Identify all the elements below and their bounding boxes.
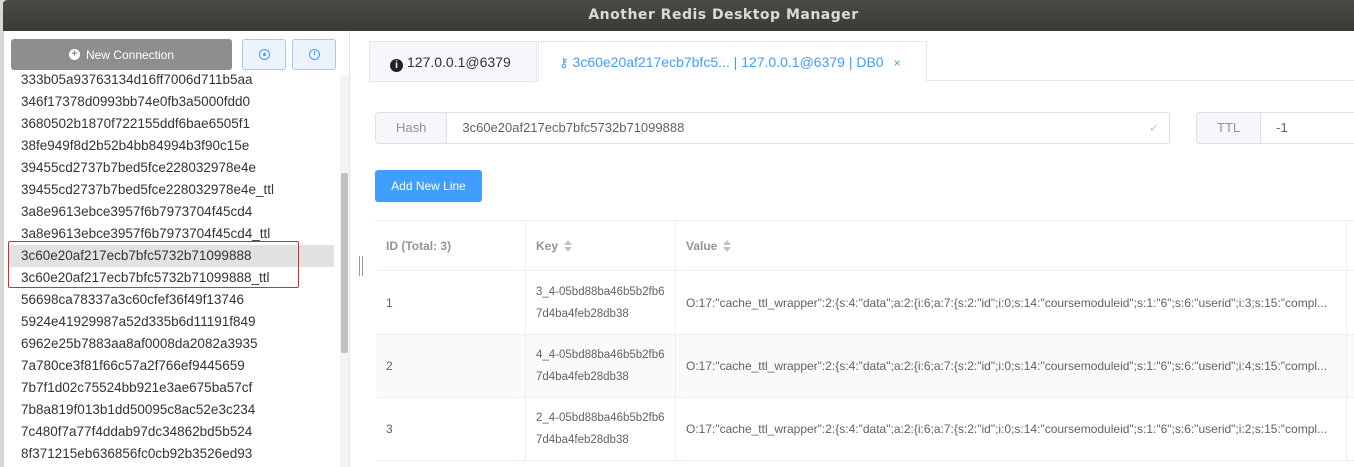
history-button[interactable]	[292, 39, 336, 70]
key-list-item[interactable]: 7b7f1d02c75524bb921e3ae675ba57cf	[9, 377, 334, 399]
key-list-item[interactable]: 38fe949f8d2b52b4bb84994b3f90c15e	[9, 135, 334, 157]
cell-value[interactable]: O:17:"cache_ttl_wrapper":2:{s:4:"data";a…	[676, 271, 1347, 334]
table-row[interactable]: 3 2_4-05bd88ba46b5b2fb67d4ba4feb28db38 O:1…	[376, 398, 1354, 461]
new-connection-label: New Connection	[85, 47, 175, 62]
cell-key[interactable]: 2_4-05bd88ba46b5b2fb67d4ba4feb28db38	[526, 398, 676, 460]
key-name-input[interactable]: 3c60e20af217ecb7bfc5732b71099888	[447, 113, 1149, 143]
scrollbar-thumb[interactable]	[341, 173, 348, 353]
sidebar: + New Connection 333b05a93763134d16ff700…	[4, 31, 350, 467]
check-icon[interactable]: ✓	[1149, 113, 1169, 143]
header-value[interactable]: Value	[676, 221, 1347, 270]
key-list-item[interactable]: 7a780ce3f81f66c57a2f766ef9445659	[9, 355, 334, 377]
cell-key[interactable]: 4_4-05bd88ba46b5b2fb67d4ba4feb28db38	[526, 335, 676, 397]
key-list-item[interactable]: 6962e25b7883aa8af0008da2082a3935	[9, 333, 334, 355]
key-list-item[interactable]: 333b05a93763134d16ff7006d711b5aa	[9, 69, 334, 91]
cell-id: 3	[376, 398, 526, 460]
close-icon[interactable]: ×	[894, 56, 901, 70]
tab-key-detail[interactable]: ⚷ 3c60e20af217ecb7bfc5... | 127.0.0.1@637…	[538, 41, 927, 82]
tab-bar: i 127.0.0.1@6379 ⚷ 3c60e20af217ecb7bfc5...…	[369, 41, 1354, 82]
main-panel: i 127.0.0.1@6379 ⚷ 3c60e20af217ecb7bfc5...…	[365, 31, 1354, 467]
sort-icon[interactable]	[723, 239, 732, 252]
window-titlebar[interactable]: Another Redis Desktop Manager	[3, 0, 1354, 31]
key-name-field: Hash 3c60e20af217ecb7bfc5732b71099888 ✓	[375, 112, 1170, 144]
sort-icon[interactable]	[564, 239, 573, 252]
key-list-item[interactable]: 7c480f7a77f4ddab97dc34862bd5b524	[9, 421, 334, 443]
key-list-item[interactable]: 3680502b1870f722155ddf6bae6505f1	[9, 113, 334, 135]
info-icon: i	[390, 59, 403, 72]
key-list-item[interactable]: 346f17378d0993bb74e0fb3a5000fdd0	[9, 91, 334, 113]
cell-key[interactable]: 3_4-05bd88ba46b5b2fb67d4ba4feb28db38	[526, 271, 676, 334]
header-key[interactable]: Key	[526, 221, 676, 270]
key-list-item[interactable]: 39455cd2737b7bed5fce228032978e4e_ttl	[9, 179, 334, 201]
clock-icon	[308, 49, 320, 60]
ttl-field: TTL -1	[1196, 112, 1354, 144]
table-header-row: ID (Total: 3) Key Value	[376, 221, 1354, 271]
cell-value[interactable]: O:17:"cache_ttl_wrapper":2:{s:4:"data";a…	[676, 398, 1347, 460]
cell-id: 1	[376, 271, 526, 334]
header-id: ID (Total: 3)	[376, 221, 526, 270]
key-list-item[interactable]: 8f371215eb636856fc0cb92b3526ed93	[9, 443, 334, 465]
window-title: Another Redis Desktop Manager	[588, 7, 859, 23]
cell-value[interactable]: O:17:"cache_ttl_wrapper":2:{s:4:"data";a…	[676, 335, 1347, 397]
key-list-item[interactable]: 7b8a819f013b1dd50095c8ac52e3c234	[9, 399, 334, 421]
ttl-label: TTL	[1197, 113, 1262, 143]
key-list-item[interactable]: 56698ca78337a3c60cfef36f49f13746	[9, 289, 334, 311]
key-list-item[interactable]: 5924e41929987a52d335b6d11191f849	[9, 311, 334, 333]
key-list-item[interactable]: 39455cd2737b7bed5fce228032978e4e	[9, 157, 334, 179]
key-list-item[interactable]: 3a8e9613ebce3957f6b7973704f45cd4	[9, 201, 334, 223]
key-list-scrollbar[interactable]	[340, 75, 349, 467]
table-row[interactable]: 1 3_4-05bd88ba46b5b2fb67d4ba4feb28db38 O:1…	[376, 271, 1354, 335]
tab-label: 3c60e20af217ecb7bfc5... | 127.0.0.1@6379…	[572, 54, 884, 70]
new-connection-button[interactable]: + New Connection	[11, 39, 232, 70]
cell-id: 2	[376, 335, 526, 397]
plus-circle-icon: +	[68, 49, 80, 60]
settings-icon	[258, 49, 270, 60]
table-row[interactable]: 2 4_4-05bd88ba46b5b2fb67d4ba4feb28db38 O:1…	[376, 335, 1354, 398]
settings-button[interactable]	[242, 39, 286, 70]
hash-table: ID (Total: 3) Key Value 1 3_4-05bd88ba46b…	[375, 220, 1354, 461]
ttl-input[interactable]: -1	[1261, 113, 1354, 143]
tab-connection-info[interactable]: i 127.0.0.1@6379	[369, 41, 537, 82]
resize-handle[interactable]	[359, 256, 363, 276]
tab-label: 127.0.0.1@6379	[407, 54, 511, 70]
key-type-label: Hash	[376, 113, 448, 143]
key-icon: ⚷	[559, 55, 569, 70]
add-new-line-button[interactable]: Add New Line	[375, 170, 482, 202]
selection-highlight-box	[8, 241, 299, 288]
